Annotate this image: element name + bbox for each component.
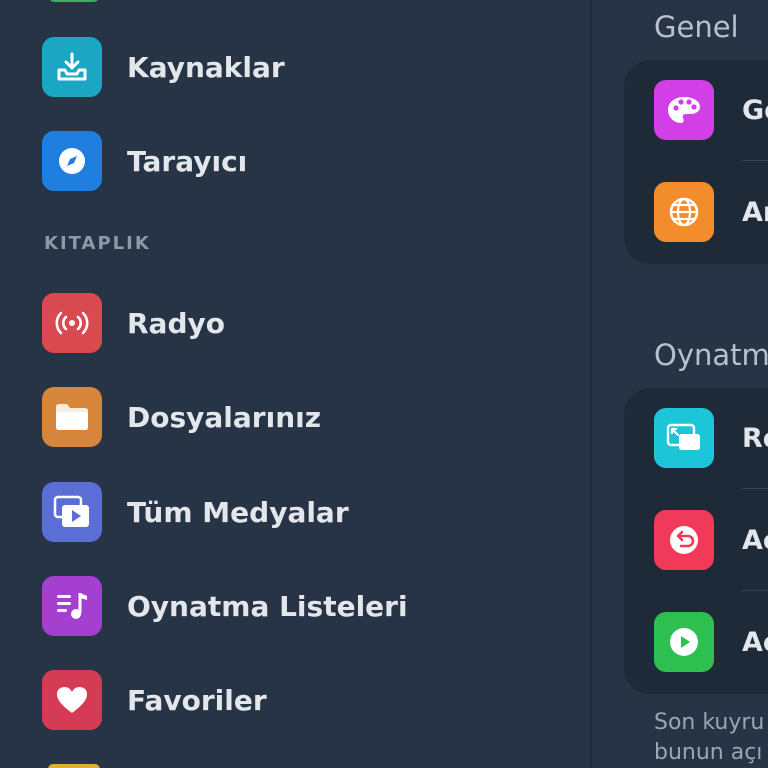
- section-header-playback: Oynatm: [654, 338, 768, 372]
- sidebar-item-radyo[interactable]: Radyo: [42, 293, 225, 353]
- broadcast-icon: [42, 293, 102, 353]
- settings-row-label: Re: [742, 422, 768, 454]
- settings-row-label: Ar: [742, 196, 768, 228]
- sidebar-item-label: Radyo: [127, 306, 225, 340]
- sidebar-item-label: Tarayıcı: [127, 144, 248, 178]
- palette-icon: [654, 80, 714, 140]
- settings-card-general: Gö Ar: [624, 60, 768, 264]
- inbox-download-icon: [42, 37, 102, 97]
- settings-row-label: Gö: [742, 94, 768, 126]
- section-header-general: Genel: [654, 10, 739, 44]
- sidebar-item-tum-medyalar[interactable]: Tüm Medyalar: [42, 482, 349, 542]
- settings-pane: Genel Gö Ar: [592, 0, 768, 768]
- heart-icon: [42, 670, 102, 730]
- sidebar-item-kaynaklar[interactable]: Kaynaklar: [42, 37, 285, 97]
- sidebar-item-favoriler[interactable]: Favoriler: [42, 670, 267, 730]
- settings-footnote-line2: bunun açı: [654, 740, 763, 765]
- settings-row-appearance[interactable]: Gö: [654, 80, 768, 140]
- sidebar-item-label: Favoriler: [127, 683, 267, 717]
- section-label-library: KITAPLIK: [44, 233, 151, 254]
- settings-card-playback: Re Aç Aç: [624, 388, 768, 694]
- settings-row-resume[interactable]: Aç: [654, 510, 768, 570]
- settings-row-label: Aç: [742, 524, 768, 556]
- partial-item-tile[interactable]: [48, 0, 100, 2]
- settings-row-label: Aç: [742, 626, 768, 658]
- sidebar-item-label: Dosyalarınız: [127, 400, 322, 434]
- sidebar-item-tarayici[interactable]: Tarayıcı: [42, 131, 247, 191]
- sidebar-item-label: Oynatma Listeleri: [127, 589, 408, 623]
- picture-in-picture-icon: [654, 408, 714, 468]
- row-separator: [742, 590, 768, 591]
- sidebar-item-label: Kaynaklar: [127, 50, 285, 84]
- row-separator: [742, 160, 768, 161]
- folder-icon: [42, 387, 102, 447]
- row-separator: [742, 488, 768, 489]
- sidebar-item-oynatma-listeleri[interactable]: Oynatma Listeleri: [42, 576, 408, 636]
- globe-icon: [654, 182, 714, 242]
- sidebar: Kaynaklar Tarayıcı KITAPLIK Radyo Dosyal…: [0, 0, 590, 768]
- play-circle-icon: [654, 612, 714, 672]
- sidebar-item-label: Tüm Medyalar: [127, 495, 349, 529]
- compass-icon: [42, 131, 102, 191]
- settings-row-pip[interactable]: Re: [654, 408, 768, 468]
- partial-item-tile[interactable]: [48, 764, 100, 768]
- settings-row-language[interactable]: Ar: [654, 182, 768, 242]
- sidebar-item-dosyalariniz[interactable]: Dosyalarınız: [42, 387, 321, 447]
- settings-footnote-line1: Son kuyru: [654, 710, 765, 735]
- media-stack-icon: [42, 482, 102, 542]
- settings-row-autoplay[interactable]: Aç: [654, 612, 768, 672]
- undo-circle-icon: [654, 510, 714, 570]
- playlist-icon: [42, 576, 102, 636]
